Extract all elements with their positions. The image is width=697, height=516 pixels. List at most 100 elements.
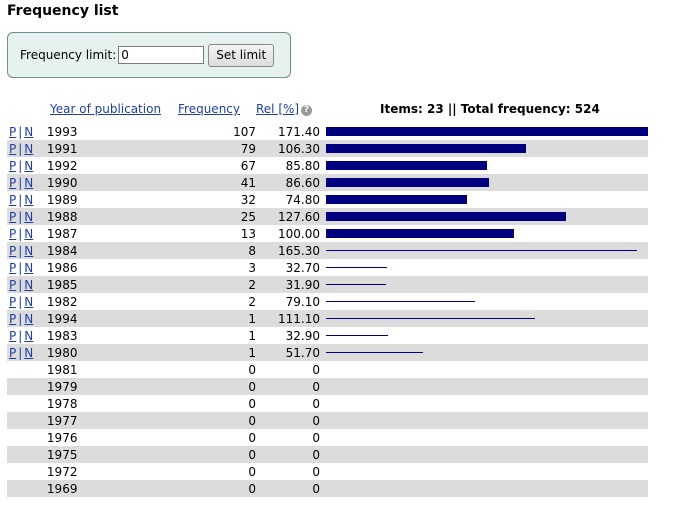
frequency-cell: 0 (248, 362, 257, 377)
frequency-bar (326, 212, 566, 221)
help-icon[interactable]: ? (301, 105, 312, 116)
row-links-cell (7, 378, 47, 395)
sort-frequency-link[interactable]: Frequency (178, 102, 240, 116)
row-links-cell: P | N (7, 208, 47, 225)
frequency-bar (326, 195, 467, 204)
bar-cell (326, 191, 648, 208)
sort-rel-link[interactable]: Rel [%] (256, 102, 299, 116)
row-links-cell: P | N (7, 242, 47, 259)
row-links-cell: P | N (7, 123, 47, 140)
year-cell: 1976 (46, 430, 78, 445)
frequency-limit-input[interactable] (118, 46, 205, 64)
year-cell: 1993 (46, 124, 78, 139)
frequency-cell: 1 (106, 344, 261, 361)
year-cell: 1982 (46, 294, 78, 309)
bar-cell (326, 480, 648, 497)
frequency-cell: 0 (106, 446, 261, 463)
negative-filter-link[interactable]: N (24, 193, 33, 207)
bar-cell (326, 395, 648, 412)
frequency-cell: 0 (248, 430, 257, 445)
table-row: P | N 1982 2 79.10 (7, 293, 648, 310)
bar-cell (326, 429, 648, 446)
bar-cell (326, 446, 648, 463)
row-links-cell: P | N (7, 140, 47, 157)
bar-cell (326, 412, 648, 429)
rel-cell: 0 (260, 412, 326, 429)
table-row: P | N 1990 41 86.60 (7, 174, 648, 191)
negative-filter-link[interactable]: N (24, 346, 33, 360)
row-links-cell: P | N (7, 225, 47, 242)
row-links-cell: P | N (7, 157, 47, 174)
rel-cell: 0 (260, 446, 326, 463)
bar-cell (326, 174, 648, 191)
row-links-cell (7, 361, 47, 378)
frequency-cell: 3 (248, 260, 257, 275)
bar-cell (326, 344, 648, 361)
table-row: P | N 1986 3 32.70 (7, 259, 648, 276)
rel-cell: 127.60 (260, 208, 326, 225)
frequency-cell: 1 (248, 328, 257, 343)
frequency-bar (326, 250, 637, 251)
set-limit-button[interactable]: Set limit (208, 43, 275, 67)
row-links-cell (7, 395, 47, 412)
frequency-cell: 67 (240, 158, 257, 173)
table-row: P | N 1989 32 74.80 (7, 191, 648, 208)
frequency-bar (326, 178, 489, 187)
year-cell: 1972 (46, 464, 78, 479)
negative-filter-link[interactable]: N (24, 278, 33, 292)
negative-filter-link[interactable]: N (24, 244, 33, 258)
frequency-bar (326, 301, 475, 302)
rel-cell: 100.00 (278, 226, 320, 241)
negative-filter-link[interactable]: N (24, 261, 33, 275)
frequency-bar (326, 127, 648, 136)
row-links-cell (7, 412, 47, 429)
bar-cell (326, 242, 648, 259)
negative-filter-link[interactable]: N (24, 227, 33, 241)
negative-filter-link[interactable]: N (24, 176, 33, 190)
bar-cell (326, 327, 648, 344)
bar-cell (326, 463, 648, 480)
rel-cell: 0 (260, 378, 326, 395)
row-links-cell: P | N (7, 174, 47, 191)
frequency-bar (326, 352, 423, 353)
rel-cell: 0 (312, 362, 320, 377)
page-title: Frequency list (7, 3, 119, 19)
frequency-cell: 32 (240, 192, 257, 207)
table-header: Year of publication Frequency Rel [%] ? … (0, 102, 697, 119)
table-row: P | N 1991 79 106.30 (7, 140, 648, 157)
frequency-bar (326, 267, 387, 268)
rel-cell: 86.60 (260, 174, 326, 191)
year-cell: 1991 (46, 140, 107, 157)
negative-filter-link[interactable]: N (24, 329, 33, 343)
table-row: P | N 1985 2 31.90 (7, 276, 648, 293)
bar-cell (326, 378, 648, 395)
bar-cell (326, 276, 648, 293)
year-cell: 1988 (46, 208, 107, 225)
sort-year-of-publication-link[interactable]: Year of publication (50, 102, 161, 116)
year-cell: 1983 (46, 328, 78, 343)
table-row: P | N 1987 13 100.00 (7, 225, 648, 242)
negative-filter-link[interactable]: N (24, 312, 33, 326)
table-row: 1969 0 0 (7, 480, 648, 497)
rel-cell: 106.30 (260, 140, 326, 157)
negative-filter-link[interactable]: N (24, 210, 33, 224)
negative-filter-link[interactable]: N (24, 142, 33, 156)
bar-cell (326, 259, 648, 276)
frequency-cell: 79 (106, 140, 261, 157)
row-links-cell: P | N (7, 259, 47, 276)
year-cell: 1985 (46, 276, 107, 293)
rel-cell: 0 (312, 396, 320, 411)
frequency-table: P | N 1993 107 171.40 P | N 1991 79 106.30 P | N 1992 67… (7, 123, 648, 497)
year-cell: 1989 (46, 192, 78, 207)
frequency-cell: 0 (248, 464, 257, 479)
frequency-bar (326, 229, 514, 238)
table-row: P | N 1988 25 127.60 (7, 208, 648, 225)
items-summary: Items: 23 || Total frequency: 524 (380, 102, 600, 116)
table-row: 1977 0 0 (7, 412, 648, 429)
negative-filter-link[interactable]: N (24, 125, 33, 139)
negative-filter-link[interactable]: N (24, 159, 33, 173)
frequency-cell: 2 (248, 294, 257, 309)
negative-filter-link[interactable]: N (24, 295, 33, 309)
rel-cell: 74.80 (285, 192, 320, 207)
rel-cell: 79.10 (285, 294, 320, 309)
